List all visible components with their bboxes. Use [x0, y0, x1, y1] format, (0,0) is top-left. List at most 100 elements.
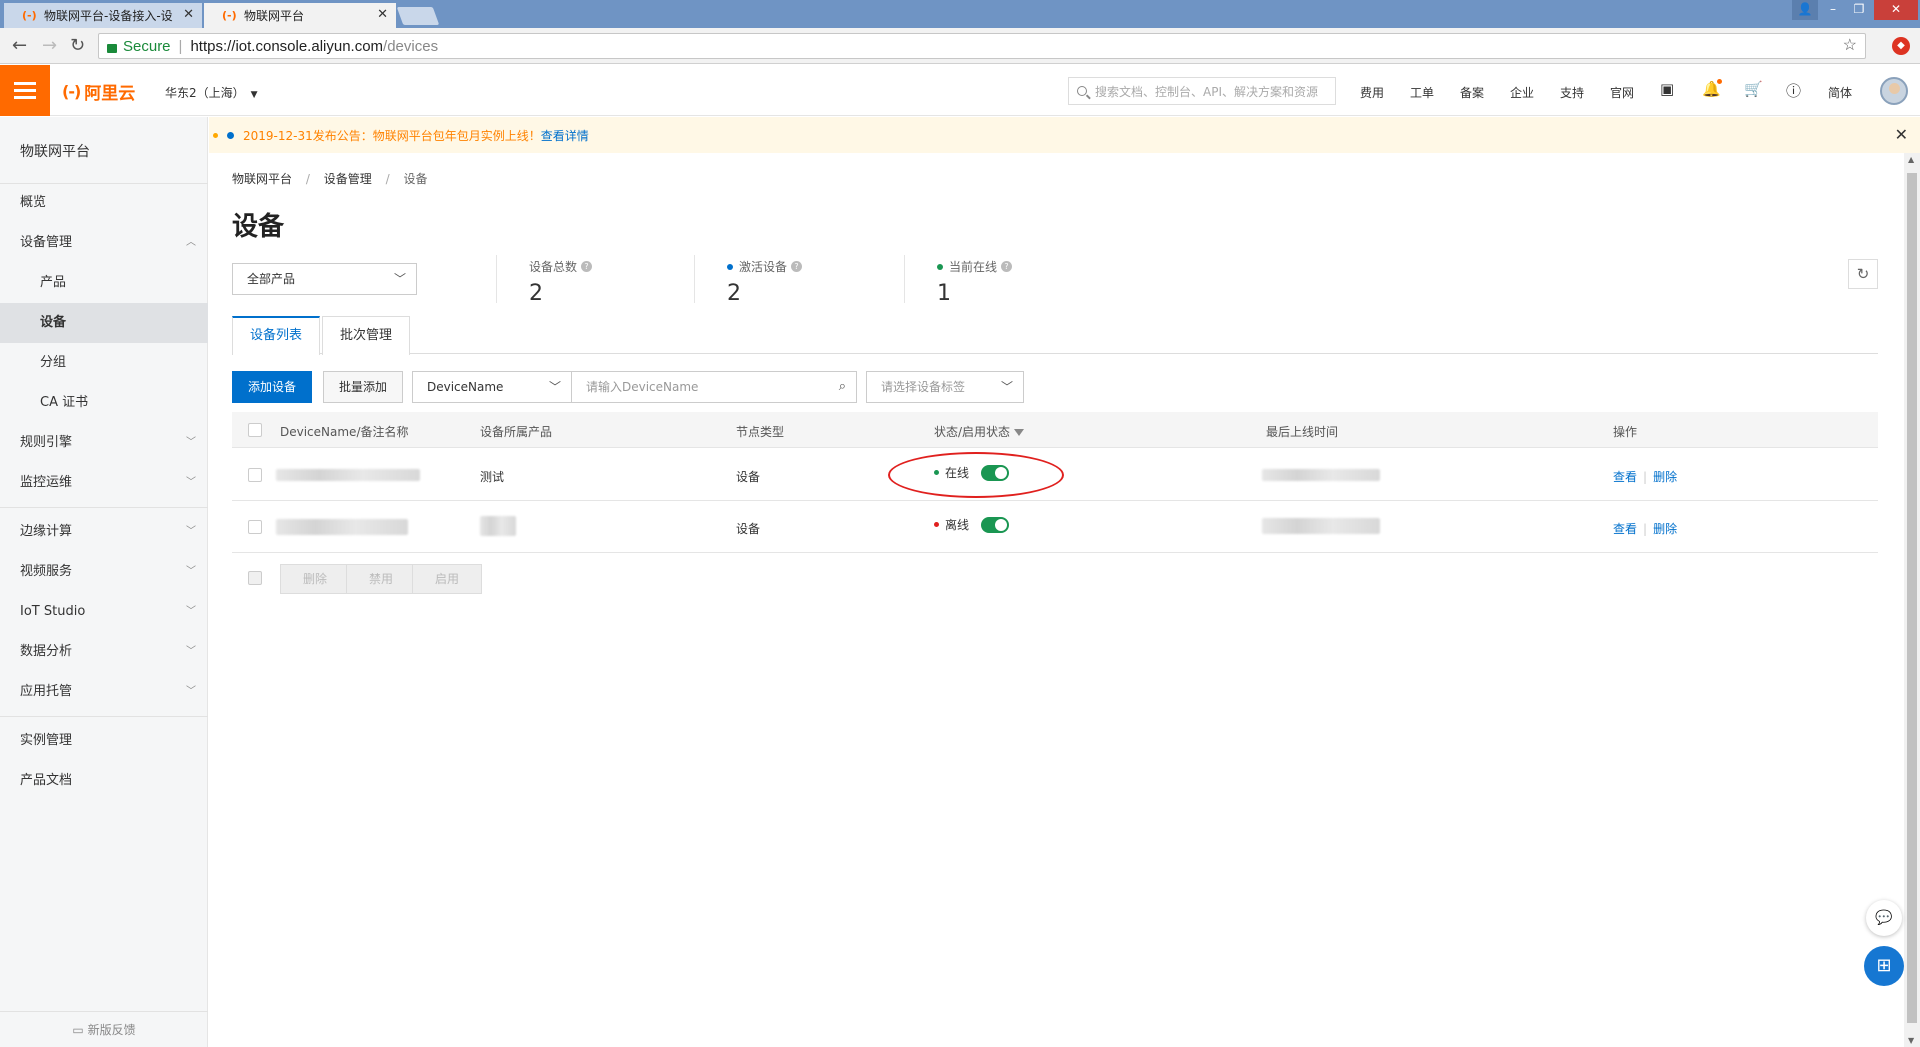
window-close-icon[interactable]: ✕ [1874, 0, 1918, 20]
sidebar-item-ca-certificates[interactable]: CA 证书 [0, 383, 208, 423]
chevron-down-icon: ﹀ [186, 606, 196, 617]
chevron-down-icon: ﹀ [548, 380, 561, 394]
delete-link[interactable]: 删除 [1653, 470, 1677, 484]
bulk-disable-button[interactable]: 禁用 [346, 564, 417, 594]
filter-icon[interactable] [1014, 429, 1025, 436]
sidebar-title: 物联网平台 [20, 144, 90, 160]
profile-icon[interactable]: 👤 [1792, 0, 1818, 20]
tab-batch-management[interactable]: 批次管理 [322, 316, 411, 355]
row-checkbox[interactable] [248, 520, 262, 534]
select-all-checkbox[interactable] [248, 423, 262, 437]
apps-icon[interactable]: ⊞ [1864, 946, 1904, 986]
stat-online-devices: 当前在线? 1 [904, 255, 1013, 306]
tab-device-list[interactable]: 设备列表 [232, 316, 321, 355]
lock-icon [107, 43, 117, 53]
nav-billing[interactable]: 费用 [1360, 84, 1384, 101]
bulk-delete-button[interactable]: 删除 [280, 564, 351, 594]
browser-tab-strip: (-) 物联网平台-设备接入-设 ✕ (-) 物联网平台 ✕ 👤 – ❐ ✕ [0, 0, 1920, 28]
menu-icon[interactable] [0, 65, 50, 116]
restore-icon[interactable]: ❐ [1846, 0, 1872, 20]
feedback-icon: ▭ [72, 1023, 88, 1037]
sidebar-item-data-analysis[interactable]: 数据分析 ﹀ [0, 632, 208, 672]
table-header: DeviceName/备注名称 设备所属产品 节点类型 状态/启用状态 最后上线… [232, 412, 1878, 448]
cart-icon[interactable]: 🛒 [1744, 80, 1763, 98]
view-link[interactable]: 查看 [1613, 470, 1637, 484]
sidebar-item-rules-engine[interactable]: 规则引擎 ﹀ [0, 423, 208, 463]
device-name-search-input[interactable]: 请输入DeviceName ⌕ [571, 371, 857, 403]
region-selector[interactable]: 华东2（上海） ▼ [165, 84, 258, 101]
bulk-enable-button[interactable]: 启用 [412, 564, 483, 594]
bookmark-star-icon[interactable]: ☆ [1843, 35, 1857, 55]
sidebar-item-overview[interactable]: 概览 [0, 183, 208, 223]
question-icon[interactable]: ? [1001, 261, 1013, 272]
row-checkbox[interactable] [248, 468, 262, 482]
help-icon[interactable]: ⓘ [1786, 80, 1801, 101]
chevron-down-icon: ﹀ [186, 477, 196, 488]
sidebar-item-groups[interactable]: 分组 [0, 343, 208, 383]
sidebar-item-instance-management[interactable]: 实例管理 [0, 721, 208, 761]
batch-add-button[interactable]: 批量添加 [323, 371, 404, 403]
nav-official-site[interactable]: 官网 [1610, 84, 1634, 101]
aliyun-favicon-icon: (-) [22, 8, 37, 22]
search-icon[interactable]: ⌕ [839, 372, 846, 402]
product-select[interactable]: 全部产品 ﹀ [232, 263, 417, 295]
announcement-link[interactable]: 查看详情 [541, 127, 589, 144]
sidebar-item-video-service[interactable]: 视频服务 ﹀ [0, 552, 208, 592]
user-avatar[interactable] [1880, 77, 1908, 105]
enable-toggle[interactable] [981, 516, 1010, 533]
sidebar-item-devices[interactable]: 设备 [0, 303, 208, 343]
refresh-button[interactable]: ↻ [1848, 259, 1878, 289]
view-link[interactable]: 查看 [1613, 522, 1637, 536]
stat-value: 2 [529, 281, 543, 306]
terminal-icon[interactable]: ▣ [1660, 80, 1674, 98]
nav-enterprise[interactable]: 企业 [1510, 84, 1534, 101]
question-icon[interactable]: ? [581, 261, 593, 272]
aliyun-logo[interactable]: (-) 阿里云 [62, 79, 135, 104]
browser-tab-2[interactable]: (-) 物联网平台 ✕ [204, 3, 396, 28]
back-arrow-icon[interactable]: ← [12, 36, 27, 56]
chat-icon[interactable]: 💬 [1866, 900, 1902, 936]
feedback-button[interactable]: ▭ 新版反馈 [0, 1011, 208, 1047]
sidebar-item-products[interactable]: 产品 [0, 263, 208, 303]
minimize-icon[interactable]: – [1820, 0, 1846, 20]
breadcrumb-item[interactable]: 物联网平台 [232, 172, 292, 186]
forward-arrow-icon[interactable]: → [42, 36, 57, 56]
sidebar-item-app-hosting[interactable]: 应用托管 ﹀ [0, 672, 208, 712]
extension-icon[interactable]: ◆ [1892, 37, 1910, 55]
scroll-down-icon[interactable]: ▼ [1908, 1036, 1914, 1045]
scroll-up-icon[interactable]: ▲ [1908, 155, 1914, 164]
tab-close-icon[interactable]: ✕ [183, 7, 194, 22]
breadcrumb-separator: / [385, 172, 390, 186]
vertical-scrollbar[interactable]: ▲ ▼ [1904, 153, 1920, 1047]
column-header: 操作 [1613, 425, 1638, 439]
nav-icp[interactable]: 备案 [1460, 84, 1484, 101]
global-search-input[interactable]: 搜索文档、控制台、API、解决方案和资源 [1068, 77, 1336, 105]
redacted-device-name [276, 519, 408, 535]
bulk-select-checkbox[interactable] [248, 571, 262, 585]
language-switch[interactable]: 简体 [1828, 84, 1852, 101]
address-bar[interactable]: Secure | https:// iot.console.aliyun.com… [98, 33, 1866, 59]
reload-icon[interactable]: ↻ [70, 36, 85, 56]
new-tab-button[interactable] [396, 7, 440, 25]
sidebar-item-edge-computing[interactable]: 边缘计算 ﹀ [0, 512, 208, 552]
device-tag-select[interactable]: 请选择设备标签 ﹀ [866, 371, 1024, 403]
delete-link[interactable]: 删除 [1653, 522, 1677, 536]
breadcrumb-item[interactable]: 设备管理 [324, 172, 372, 186]
sidebar-item-monitoring[interactable]: 监控运维 ﹀ [0, 463, 208, 503]
browser-tab-1[interactable]: (-) 物联网平台-设备接入-设 ✕ [4, 3, 202, 28]
add-device-button[interactable]: 添加设备 [232, 371, 313, 403]
chevron-down-icon: ﹀ [186, 526, 196, 537]
sidebar-item-label: 数据分析 [20, 644, 73, 659]
question-icon[interactable]: ? [791, 261, 803, 272]
sidebar-item-iot-studio[interactable]: IoT Studio ﹀ [0, 592, 208, 632]
aliyun-favicon-icon: (-) [222, 8, 237, 22]
nav-support[interactable]: 支持 [1560, 84, 1584, 101]
scrollbar-thumb[interactable] [1907, 173, 1917, 1023]
sidebar-item-product-docs[interactable]: 产品文档 [0, 761, 208, 801]
filter-field-select[interactable]: DeviceName ﹀ [412, 371, 572, 403]
sidebar-item-device-management[interactable]: 设备管理 ︿ [0, 223, 208, 263]
nav-tickets[interactable]: 工单 [1410, 84, 1434, 101]
close-icon[interactable]: ✕ [1895, 125, 1908, 144]
breadcrumb: 物联网平台 / 设备管理 / 设备 [232, 170, 427, 187]
tab-close-icon[interactable]: ✕ [377, 7, 388, 22]
